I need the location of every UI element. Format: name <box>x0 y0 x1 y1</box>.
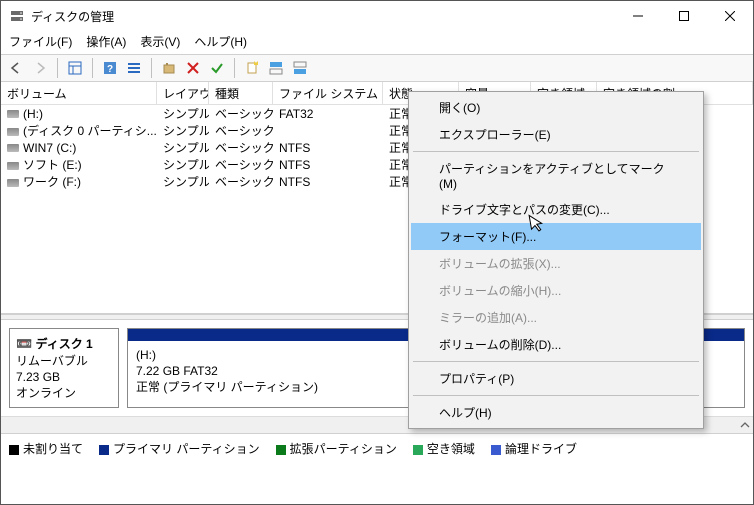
col-volume[interactable]: ボリューム <box>1 82 157 104</box>
ctx-open[interactable]: 開く(O) <box>411 94 701 121</box>
ctx-change-letter[interactable]: ドライブ文字とパスの変更(C)... <box>411 196 701 223</box>
removable-disk-icon: 📼 <box>16 336 32 351</box>
legend-extended: 拡張パーティション <box>290 442 397 456</box>
close-button[interactable] <box>707 1 753 31</box>
menu-file[interactable]: ファイル(F) <box>9 33 72 50</box>
legend: 未割り当て プライマリ パーティション 拡張パーティション 空き領域 論理ドライ… <box>1 433 753 463</box>
swatch-extended <box>276 445 286 455</box>
ctx-add-mirror: ミラーの追加(A)... <box>411 304 701 331</box>
swatch-unallocated <box>9 445 19 455</box>
toolbar-settings-icon[interactable] <box>158 57 180 79</box>
help-icon[interactable]: ? <box>99 57 121 79</box>
forward-button[interactable] <box>29 57 51 79</box>
toolbar-delete-icon[interactable] <box>182 57 204 79</box>
toolbar-view-icon[interactable] <box>64 57 86 79</box>
titlebar: ディスクの管理 <box>1 1 753 31</box>
window-title: ディスクの管理 <box>31 8 114 25</box>
swatch-logical <box>491 445 501 455</box>
swatch-primary <box>99 445 109 455</box>
toolbar-list-icon[interactable] <box>123 57 145 79</box>
ctx-separator <box>413 361 699 362</box>
ctx-separator <box>413 151 699 152</box>
volume-icon <box>7 128 19 136</box>
svg-text:?: ? <box>107 64 113 75</box>
volume-name: ソフト (E:) <box>23 158 82 172</box>
ctx-extend: ボリュームの拡張(X)... <box>411 250 701 277</box>
minimize-button[interactable] <box>615 1 661 31</box>
ctx-format[interactable]: フォーマット(F)... <box>411 223 701 250</box>
toolbar-new-icon[interactable] <box>241 57 263 79</box>
menu-action[interactable]: 操作(A) <box>86 33 126 50</box>
toolbar-check-icon[interactable] <box>206 57 228 79</box>
menu-view[interactable]: 表示(V) <box>140 33 180 50</box>
volume-icon <box>7 179 19 187</box>
disk-size: 7.23 GB <box>16 369 112 385</box>
swatch-free <box>413 445 423 455</box>
disk-meta[interactable]: 📼 ディスク 1 リムーバブル 7.23 GB オンライン <box>9 328 119 408</box>
menubar: ファイル(F) 操作(A) 表示(V) ヘルプ(H) <box>1 31 753 54</box>
toolbar-graphic-bottom-icon[interactable] <box>289 57 311 79</box>
ctx-shrink: ボリュームの縮小(H)... <box>411 277 701 304</box>
toolbar: ? <box>1 54 753 82</box>
volume-name: ワーク (F:) <box>23 175 81 189</box>
legend-free: 空き領域 <box>427 442 475 456</box>
window-controls <box>615 1 753 31</box>
volume-icon <box>7 110 19 118</box>
col-layout[interactable]: レイアウト <box>157 82 209 104</box>
volume-name: (ディスク 0 パーティシ... <box>23 124 157 138</box>
window-root: ディスクの管理 ファイル(F) 操作(A) 表示(V) ヘルプ(H) ? <box>0 0 754 505</box>
disk-management-icon <box>9 8 25 24</box>
volume-icon <box>7 162 19 170</box>
disk-status: オンライン <box>16 385 112 401</box>
legend-logical: 論理ドライブ <box>505 442 577 456</box>
volume-name: WIN7 (C:) <box>23 141 76 155</box>
col-type[interactable]: 種類 <box>209 82 273 104</box>
volume-icon <box>7 144 19 152</box>
disk-media: リムーバブル <box>16 353 112 369</box>
ctx-separator <box>413 395 699 396</box>
col-filesystem[interactable]: ファイル システム <box>273 82 383 104</box>
ctx-delete[interactable]: ボリュームの削除(D)... <box>411 331 701 358</box>
maximize-button[interactable] <box>661 1 707 31</box>
legend-unallocated: 未割り当て <box>23 442 83 456</box>
legend-primary: プライマリ パーティション <box>113 442 260 456</box>
ctx-mark-active[interactable]: パーティションをアクティブとしてマーク(M) <box>411 155 701 196</box>
scroll-up-icon[interactable] <box>739 419 751 431</box>
context-menu: 開く(O) エクスプローラー(E) パーティションをアクティブとしてマーク(M)… <box>408 91 704 429</box>
ctx-help[interactable]: ヘルプ(H) <box>411 399 701 426</box>
ctx-properties[interactable]: プロパティ(P) <box>411 365 701 392</box>
toolbar-graphic-top-icon[interactable] <box>265 57 287 79</box>
menu-help[interactable]: ヘルプ(H) <box>194 33 247 50</box>
disk-label: ディスク 1 <box>36 337 93 351</box>
volume-name: (H:) <box>23 107 43 121</box>
back-button[interactable] <box>5 57 27 79</box>
ctx-explorer[interactable]: エクスプローラー(E) <box>411 121 701 148</box>
